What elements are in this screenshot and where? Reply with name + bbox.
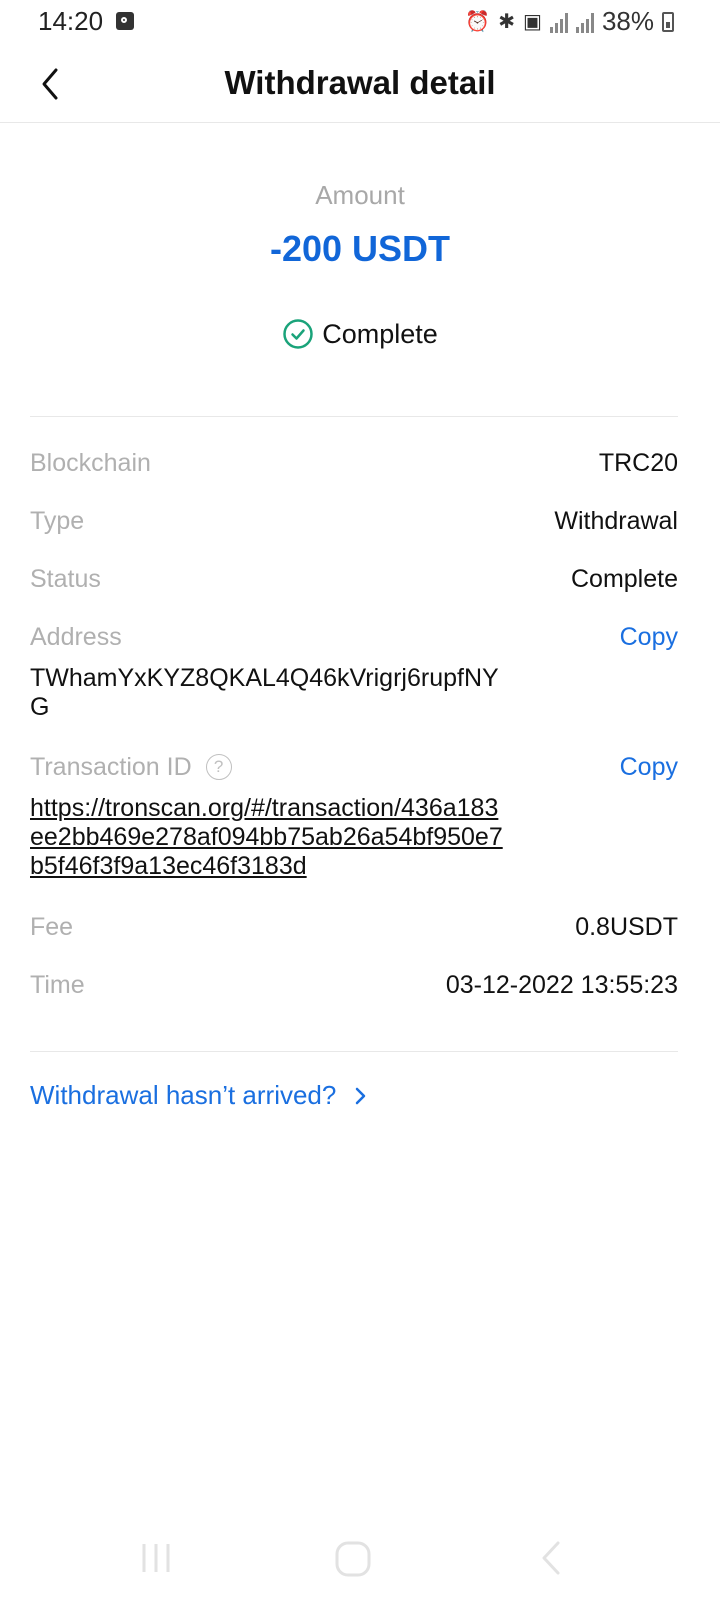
status-label: Status [30, 564, 101, 593]
battery-percent: 38% [601, 6, 654, 36]
address-label: Address [30, 622, 122, 651]
alarm-icon: ⏰ [465, 10, 491, 33]
help-icon[interactable]: ? [205, 754, 232, 780]
blockchain-label: Blockchain [30, 448, 151, 477]
back-icon [542, 1541, 560, 1575]
time-value: 03-12-2022 13:55:23 [445, 970, 678, 999]
transaction-id-label: Transaction ID [30, 752, 192, 781]
nfc-icon: ▣ [523, 10, 542, 33]
withdrawal-not-arrived-text: Withdrawal hasn’t arrived? [30, 1080, 337, 1110]
withdrawal-not-arrived-link[interactable]: Withdrawal hasn’t arrived? [30, 1080, 370, 1111]
chevron-right-icon [356, 1087, 366, 1104]
amount-label: Amount [315, 180, 405, 210]
back-nav-button[interactable] [536, 1540, 566, 1581]
battery-icon [662, 12, 674, 32]
status-bar: 14:20 ⏰ ✱ ▣ 38% [0, 0, 720, 46]
signal-icon-2 [575, 11, 594, 33]
divider [30, 1051, 678, 1052]
home-icon [335, 1541, 371, 1577]
recent-apps-button[interactable] [138, 1540, 174, 1581]
copy-transaction-id-button[interactable]: Copy [620, 753, 678, 782]
address-row: Address Copy [30, 617, 678, 657]
transaction-id-label-group: Transaction ID ? [30, 753, 232, 782]
fee-row: Fee 0.8USDT [30, 907, 678, 947]
check-circle-icon [283, 319, 313, 349]
copy-address-button[interactable]: Copy [620, 623, 678, 652]
recent-apps-icon [142, 1544, 170, 1572]
fee-label: Fee [30, 912, 74, 941]
home-button[interactable] [334, 1540, 372, 1583]
status-icons: ⏰ ✱ ▣ 38% [465, 6, 654, 37]
type-value: Withdrawal [554, 506, 678, 535]
fee-value: 0.8USDT [575, 912, 678, 941]
transaction-id-row: Transaction ID ? Copy [30, 747, 678, 787]
status-row: Status Complete [30, 559, 678, 599]
system-nav-bar [0, 1520, 720, 1600]
address-value: TWhamYxKYZ8QKAL4Q46kVrigrj6rupfNYG [30, 664, 499, 721]
status-time: 14:20 [38, 6, 104, 36]
status-text: Complete [322, 318, 438, 349]
blockchain-row: Blockchain TRC20 [30, 443, 678, 483]
status-value: Complete [571, 564, 678, 593]
time-label: Time [30, 970, 85, 999]
bluetooth-icon: ✱ [498, 10, 516, 33]
screen-record-icon [116, 12, 134, 30]
page-title: Withdrawal detail [224, 64, 496, 101]
blockchain-value: TRC20 [598, 448, 678, 477]
header: Withdrawal detail [0, 46, 720, 123]
type-label: Type [30, 506, 85, 535]
transaction-id-link[interactable]: https://tronscan.org/#/transaction/436a1… [30, 794, 510, 881]
time-row: Time 03-12-2022 13:55:23 [30, 965, 678, 1005]
divider [30, 416, 678, 417]
status-summary: Complete [0, 318, 720, 350]
type-row: Type Withdrawal [30, 501, 678, 541]
signal-icon [549, 11, 568, 33]
amount-value: -200 USDT [269, 228, 451, 269]
